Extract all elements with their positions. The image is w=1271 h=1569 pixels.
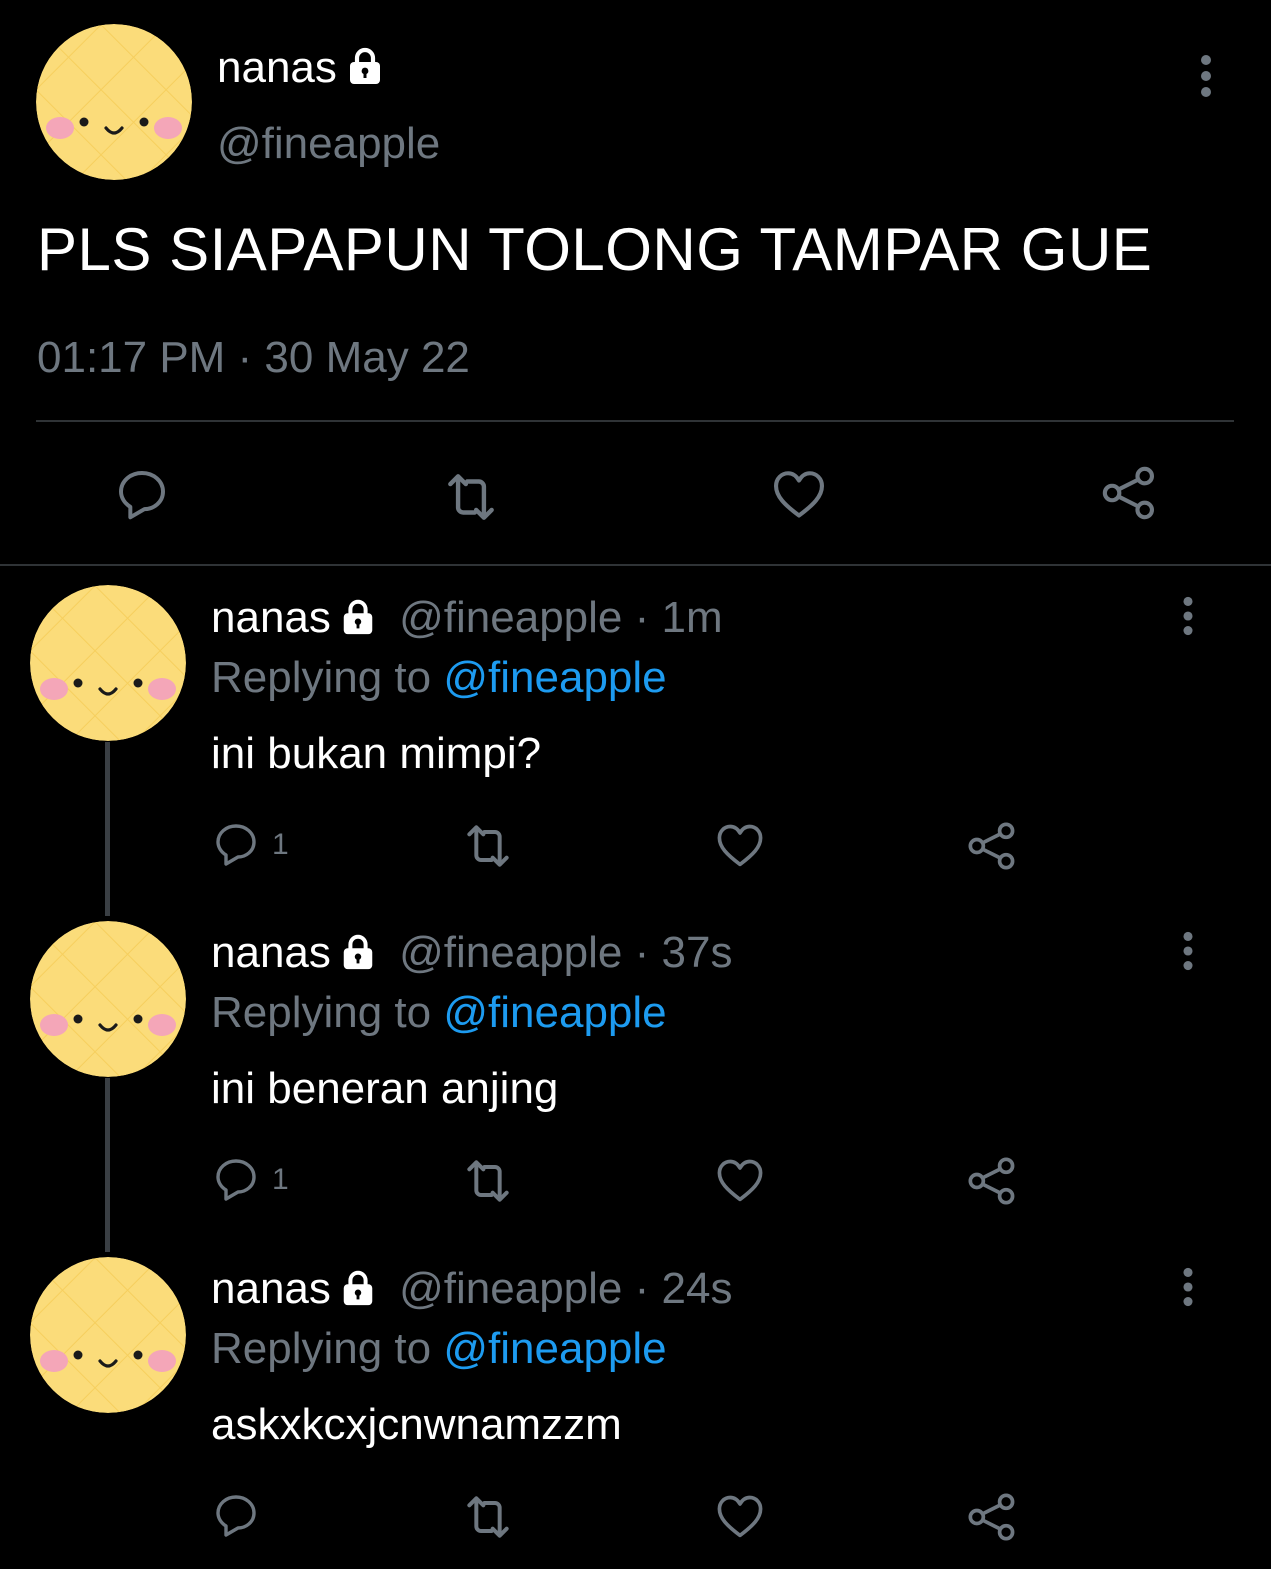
thread-line <box>105 742 110 916</box>
retweet-icon[interactable] <box>460 1153 516 1209</box>
author-handle[interactable]: @fineapple <box>399 593 622 642</box>
avatar[interactable] <box>30 1257 186 1413</box>
divider <box>36 420 1234 422</box>
replying-handle-link[interactable]: @fineapple <box>443 988 666 1037</box>
divider <box>0 564 1271 566</box>
more-options-icon[interactable] <box>1182 1267 1194 1307</box>
author-name-row[interactable]: nanas <box>217 42 385 94</box>
more-options-icon[interactable] <box>1182 596 1194 636</box>
replying-to: Replying to @fineapple <box>211 1323 667 1375</box>
share-icon[interactable] <box>966 1155 1018 1207</box>
reply-icon[interactable] <box>212 1491 260 1539</box>
lock-icon <box>339 1269 377 1307</box>
display-name[interactable]: nanas <box>211 593 331 642</box>
reply-header: nanas @fineapple · 1m <box>211 592 723 644</box>
tweet-timestamp[interactable]: 01:17 PM · 30 May 22 <box>37 330 470 386</box>
reply-time: · 37s <box>634 928 733 977</box>
share-icon[interactable] <box>1100 464 1158 522</box>
share-icon[interactable] <box>966 820 1018 872</box>
tweet-text: PLS SIAPAPUN TOLONG TAMPAR GUE <box>37 216 1153 283</box>
replying-handle-link[interactable]: @fineapple <box>443 1324 666 1373</box>
reply-icon[interactable] <box>114 466 170 522</box>
avatar[interactable] <box>30 585 186 741</box>
reply-count: 1 <box>272 1163 289 1196</box>
more-options-icon[interactable] <box>1200 54 1212 98</box>
like-icon[interactable] <box>714 1155 766 1207</box>
retweet-icon[interactable] <box>460 1489 516 1545</box>
replying-label: Replying to <box>211 1324 432 1373</box>
display-name[interactable]: nanas <box>211 1264 331 1313</box>
reply-text: ini bukan mimpi? <box>211 729 542 778</box>
like-icon[interactable] <box>714 820 766 872</box>
lock-icon <box>345 46 385 86</box>
replying-to: Replying to @fineapple <box>211 987 667 1039</box>
thread-line <box>105 1078 110 1252</box>
display-name[interactable]: nanas <box>211 928 331 977</box>
reply-icon[interactable] <box>212 820 260 868</box>
replying-handle-link[interactable]: @fineapple <box>443 653 666 702</box>
reply-count: 1 <box>272 828 289 861</box>
display-name[interactable]: nanas <box>217 43 337 92</box>
more-options-icon[interactable] <box>1182 931 1194 971</box>
reply-text: askxkcxjcnwnamzzm <box>211 1400 622 1449</box>
reply-header: nanas @fineapple · 37s <box>211 927 732 979</box>
reply-time: · 1m <box>634 593 723 642</box>
reply-time: · 24s <box>634 1264 733 1313</box>
author-handle[interactable]: @fineapple <box>217 118 440 170</box>
avatar[interactable] <box>30 921 186 1077</box>
reply-icon[interactable] <box>212 1155 260 1203</box>
author-handle[interactable]: @fineapple <box>399 928 622 977</box>
avatar[interactable] <box>36 24 192 180</box>
replying-to: Replying to @fineapple <box>211 652 667 704</box>
retweet-icon[interactable] <box>440 466 502 528</box>
retweet-icon[interactable] <box>460 818 516 874</box>
share-icon[interactable] <box>966 1491 1018 1543</box>
reply-header: nanas @fineapple · 24s <box>211 1263 732 1315</box>
replying-label: Replying to <box>211 653 432 702</box>
like-icon[interactable] <box>770 466 828 524</box>
lock-icon <box>339 598 377 636</box>
like-icon[interactable] <box>714 1491 766 1543</box>
replying-label: Replying to <box>211 988 432 1037</box>
author-handle[interactable]: @fineapple <box>399 1264 622 1313</box>
lock-icon <box>339 933 377 971</box>
reply-text: ini beneran anjing <box>211 1064 559 1113</box>
